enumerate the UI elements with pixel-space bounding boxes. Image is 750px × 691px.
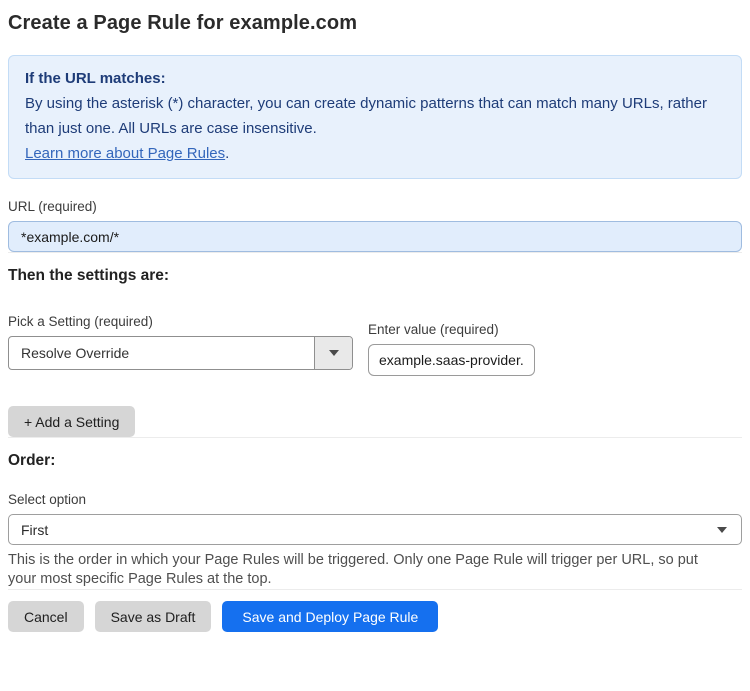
divider xyxy=(8,437,742,438)
setting-select-caret-box xyxy=(314,337,352,369)
order-select-value: First xyxy=(21,521,49,538)
url-field-label: URL (required) xyxy=(8,199,97,214)
setting-value-column: Enter value (required) xyxy=(368,322,535,376)
order-help-text: This is the order in which your Page Rul… xyxy=(8,552,698,587)
cancel-button[interactable]: Cancel xyxy=(8,601,84,632)
setting-select[interactable]: Resolve Override xyxy=(8,336,353,370)
learn-more-link[interactable]: Learn more about Page Rules xyxy=(25,145,225,162)
settings-row: Pick a Setting (required) Resolve Overri… xyxy=(8,314,742,376)
setting-picker-label: Pick a Setting (required) xyxy=(8,314,153,329)
info-box-heading: If the URL matches: xyxy=(25,70,166,87)
order-select-label: Select option xyxy=(8,492,87,507)
info-box-link-line: Learn more about Page Rules. xyxy=(25,141,725,166)
setting-picker-column: Pick a Setting (required) Resolve Overri… xyxy=(8,314,353,370)
order-select[interactable]: First xyxy=(8,514,742,545)
setting-value-label: Enter value (required) xyxy=(368,322,499,337)
divider xyxy=(8,252,742,253)
divider xyxy=(8,589,742,590)
order-section-heading: Order: xyxy=(8,452,56,469)
form-actions: Cancel Save as Draft Save and Deploy Pag… xyxy=(8,601,742,632)
info-box-body: By using the asterisk (*) character, you… xyxy=(25,95,707,137)
setting-value-input[interactable] xyxy=(368,344,535,376)
link-period: . xyxy=(225,145,230,162)
url-matches-info-box: If the URL matches: By using the asteris… xyxy=(8,55,742,179)
save-as-draft-button[interactable]: Save as Draft xyxy=(94,601,212,632)
caret-down-icon xyxy=(328,350,339,356)
add-setting-button[interactable]: + Add a Setting xyxy=(8,406,136,437)
setting-select-value: Resolve Override xyxy=(21,345,130,361)
save-and-deploy-button[interactable]: Save and Deploy Page Rule xyxy=(222,601,439,632)
url-input[interactable] xyxy=(8,221,742,252)
caret-down-icon xyxy=(717,526,727,533)
page-title: Create a Page Rule for example.com xyxy=(8,12,358,34)
settings-section-heading: Then the settings are: xyxy=(8,267,170,284)
